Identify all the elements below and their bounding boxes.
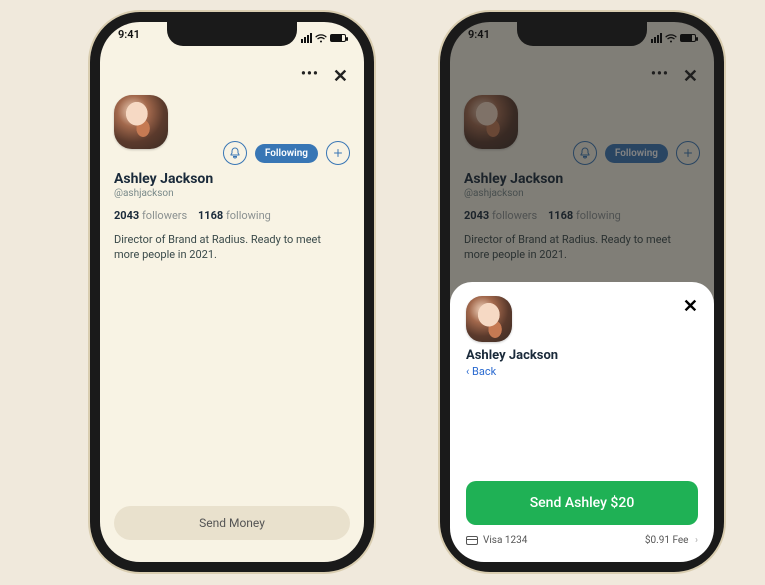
card-icon — [466, 536, 478, 545]
signal-icon — [651, 33, 662, 43]
notch — [167, 22, 297, 46]
following-count[interactable]: 1168 — [198, 209, 223, 222]
profile-bio: Director of Brand at Radius. Ready to me… — [114, 232, 324, 263]
sheet-close-button[interactable]: ✕ — [683, 296, 698, 317]
following-label: following — [226, 209, 271, 222]
close-button[interactable]: ✕ — [333, 66, 348, 87]
sheet-avatar — [466, 296, 512, 342]
avatar[interactable] — [114, 95, 168, 149]
add-button[interactable] — [326, 141, 350, 165]
profile-handle: @ashjackson — [114, 188, 350, 199]
send-money-button[interactable]: Send Money — [114, 506, 350, 540]
card-label: Visa 1234 — [483, 535, 527, 546]
notch — [517, 22, 647, 46]
profile-name: Ashley Jackson — [114, 171, 350, 187]
followers-count[interactable]: 2043 — [114, 209, 139, 222]
status-indicators — [651, 28, 696, 48]
notify-button[interactable] — [223, 141, 247, 165]
fee-label: $0.91 Fee — [645, 535, 689, 546]
followers-label: followers — [142, 209, 187, 222]
phone-send-sheet: 9:41 ••• ✕ Following Ashley Jackson @ash… — [450, 22, 714, 562]
back-button[interactable]: ‹ Back — [466, 365, 698, 378]
sheet-name: Ashley Jackson — [466, 348, 698, 363]
following-button[interactable]: Following — [255, 144, 318, 163]
chevron-right-icon: › — [695, 535, 698, 546]
bell-icon — [229, 147, 241, 159]
top-actions: ••• ✕ — [114, 60, 350, 95]
wifi-icon — [665, 34, 677, 43]
plus-icon — [332, 147, 344, 159]
status-indicators — [301, 28, 346, 48]
more-button[interactable]: ••• — [301, 66, 319, 87]
signal-icon — [301, 33, 312, 43]
wifi-icon — [315, 34, 327, 43]
battery-icon — [680, 34, 696, 42]
screen: ••• ✕ Following Ashley Jackson @ashjacks… — [100, 50, 364, 562]
payment-row[interactable]: Visa 1234 $0.91 Fee › — [466, 535, 698, 546]
send-button[interactable]: Send Ashley $20 — [466, 481, 698, 525]
send-sheet: ✕ Ashley Jackson ‹ Back Send Ashley $20 … — [450, 282, 714, 562]
profile-stats: 2043 followers 1168 following — [114, 209, 350, 222]
status-time: 9:41 — [468, 28, 490, 48]
status-time: 9:41 — [118, 28, 140, 48]
phone-profile: 9:41 ••• ✕ Following Ashley Jackson @ash… — [100, 22, 364, 562]
battery-icon — [330, 34, 346, 42]
back-label: Back — [472, 365, 496, 378]
